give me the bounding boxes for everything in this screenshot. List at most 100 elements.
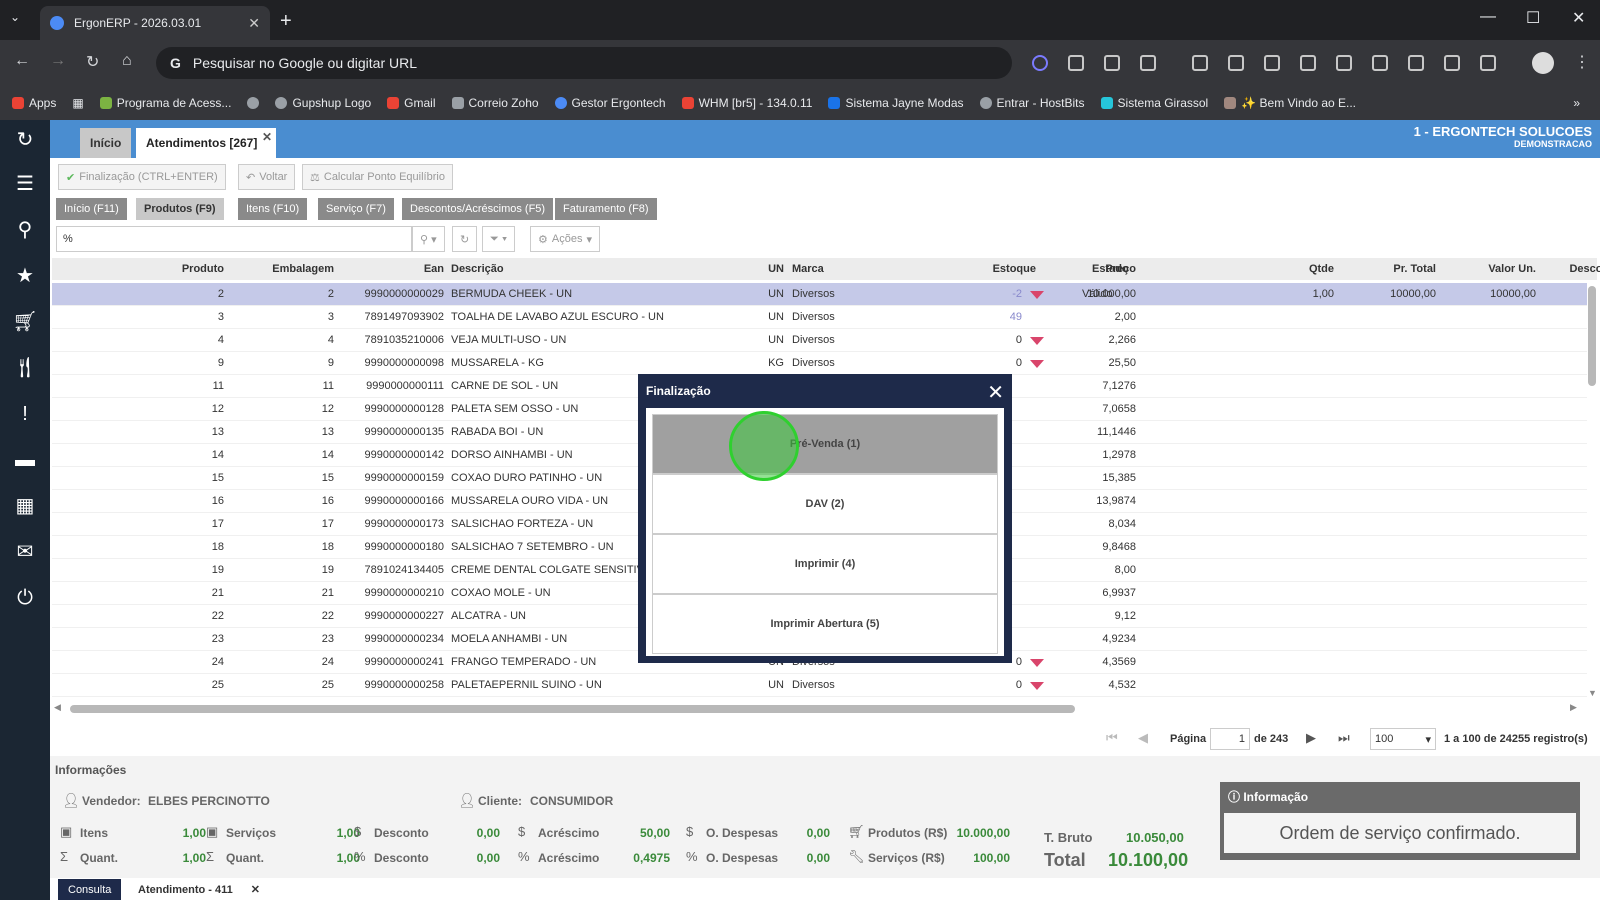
extension-icon[interactable] [1104,55,1120,71]
table-row[interactable]: 9 9 9990000000098 MUSSARELA - KG KG Diversos 0… [52,352,1587,375]
list-icon[interactable]: ☰ [12,172,38,196]
devices-icon[interactable] [1336,55,1352,71]
bookmark-item[interactable]: Correio Zoho [451,96,539,110]
scroll-right-icon[interactable]: ▶ [1570,702,1577,713]
col-ean[interactable]: Ean [338,263,444,275]
option-pre-venda[interactable]: Pré-Venda (1) [652,414,998,474]
bookmark-item[interactable]: Sistema Girassol [1100,96,1208,110]
alert-icon[interactable]: ! [12,402,38,426]
code-icon[interactable] [1264,55,1280,71]
bookmark-item[interactable] [247,97,260,109]
col-marca[interactable]: Marca [792,263,912,275]
option-dav[interactable]: DAV (2) [652,474,998,534]
col-embalagem[interactable]: Embalagem [228,263,334,275]
bookmark-item[interactable]: Gupshup Logo [275,96,371,110]
last-page-icon[interactable]: ⏭ [1338,730,1350,746]
col-pr-total[interactable]: Pr. Total [1338,263,1436,275]
calcular-ponto-button[interactable]: ⚖ Calcular Ponto Equilíbrio [302,164,453,190]
search-icon[interactable]: ⚲ [12,218,38,242]
col-qtde[interactable]: Qtde [1232,263,1334,275]
col-desconto[interactable]: Desconto (R$) [1538,263,1600,275]
option-imprimir-abertura[interactable]: Imprimir Abertura (5) [652,594,998,654]
bookmark-item[interactable]: WHM [br5] - 134.0.11 [681,96,812,110]
col-descricao[interactable]: Descrição [451,263,751,275]
table-row[interactable]: 3 3 7891497093902 TOALHA DE LAVABO AZUL ESC… [52,306,1587,329]
bookmark-item[interactable]: ✨ Bem Vindo ao E... [1224,96,1356,110]
ptab-itens[interactable]: Itens (F10) [238,198,308,220]
refresh-button[interactable]: ↻ [452,226,478,252]
maximize-icon[interactable]: ☐ [1526,8,1540,28]
bookmark-item[interactable]: Programa de Acess... [99,96,231,110]
translate-icon[interactable] [1480,55,1496,71]
star-icon[interactable]: ★ [12,264,38,288]
tab-consulta[interactable]: Consulta [58,879,122,900]
acoes-button[interactable]: ⚙ Ações ▾ [530,226,600,252]
ptab-servico[interactable]: Serviço (F7) [318,198,394,220]
tab-atendimento-411[interactable]: Atendimento - 411 ✕ [128,879,264,900]
filter-button[interactable]: ⏷ ▾ [482,226,516,252]
reader-icon[interactable] [1408,55,1424,71]
search-button[interactable]: ⚲ ▾ [412,226,445,252]
bookmark-item[interactable]: Entrar - HostBits [979,96,1085,110]
mail-icon[interactable]: ✉ [12,540,38,564]
screenshot-icon[interactable] [1228,55,1244,71]
extensions-puzzle-icon[interactable] [1140,55,1156,71]
omnibox[interactable]: G Pesquisar no Google ou digitar URL [156,47,1012,79]
chat-icon[interactable]: ▬ [12,448,38,472]
search-input[interactable]: % [56,226,412,252]
horizontal-scrollbar[interactable] [70,705,1075,713]
bookmark-item[interactable]: Sistema Jayne Modas [828,96,964,110]
reload-icon[interactable]: ↻ [86,52,99,72]
ergon-logo-icon[interactable]: ↻ [12,128,38,152]
voltar-button[interactable]: ↶ Voltar [238,164,296,190]
table-row[interactable]: 4 4 7891035210006 VEJA MULTI-USO - UN UN Dive… [52,329,1587,352]
close-icon[interactable]: ✕ [262,130,272,144]
first-page-icon[interactable]: ⏮ [1106,730,1118,746]
power-icon[interactable]: ⏻ [12,586,38,610]
cart-icon[interactable]: 🛒︎ [12,310,38,334]
forward-icon[interactable]: → [50,52,66,70]
tab-search-icon[interactable]: ⌄ [10,10,20,24]
more-bookmarks-icon[interactable]: » [1573,96,1580,110]
col-estado[interactable]: Estado [1092,263,1192,275]
link-icon[interactable] [1372,55,1388,71]
bookmark-item[interactable]: Gestor Ergontech [554,96,666,110]
close-icon[interactable]: ✕ [251,883,260,896]
col-produto[interactable]: Produto [52,263,224,275]
new-tab-icon[interactable]: + [280,10,292,33]
layout-icon[interactable] [1300,55,1316,71]
close-icon[interactable]: ✕ [987,380,1004,405]
col-un[interactable]: UN [752,263,784,275]
minimize-icon[interactable]: — [1480,8,1496,26]
ptab-descontos[interactable]: Descontos/Acréscimos (F5) [402,198,554,220]
option-imprimir[interactable]: Imprimir (4) [652,534,998,594]
qr-icon[interactable] [1444,55,1460,71]
prev-page-icon[interactable]: ◀ [1138,730,1148,746]
col-valor-un[interactable]: Valor Un. [1438,263,1536,275]
next-page-icon[interactable]: ▶ [1306,730,1316,746]
profile-avatar[interactable] [1532,52,1554,74]
col-estoque[interactable]: Estoque [912,263,1036,275]
extension-icon[interactable] [1068,55,1084,71]
per-page-select[interactable]: 100 ▾ [1370,728,1436,750]
vertical-scrollbar[interactable] [1588,286,1596,386]
home-icon[interactable]: ⌂ [122,52,132,70]
ptab-produtos[interactable]: Produtos (F9) [136,198,224,220]
back-icon[interactable]: ← [14,52,30,70]
table-row[interactable]: 25 25 9990000000258 PALETAEPERNIL SUINO - U… [52,674,1587,697]
bookmark-grid[interactable]: ▦ [72,96,83,110]
ptab-inicio[interactable]: Início (F11) [56,198,127,220]
scroll-down-icon[interactable]: ▼ [1588,688,1597,698]
ptab-faturamento[interactable]: Faturamento (F8) [555,198,657,220]
page-input[interactable]: 1 [1210,728,1250,750]
bookmark-apps[interactable]: Apps [12,96,56,110]
utensils-icon[interactable]: 🍴︎ [12,356,38,380]
scroll-left-icon[interactable]: ◀ [54,702,61,713]
tab-inicio[interactable]: Início [80,128,132,158]
print-icon[interactable] [1192,55,1208,71]
finalizacao-button[interactable]: ✔ Finalização (CTRL+ENTER) [58,164,226,190]
tab-atendimentos[interactable]: Atendimentos [267] ✕ [136,128,276,158]
calculator-icon[interactable]: ▦ [12,494,38,518]
browser-tab[interactable]: ErgonERP - 2026.03.01 ✕ [40,6,270,40]
extension-icon[interactable] [1032,55,1048,71]
